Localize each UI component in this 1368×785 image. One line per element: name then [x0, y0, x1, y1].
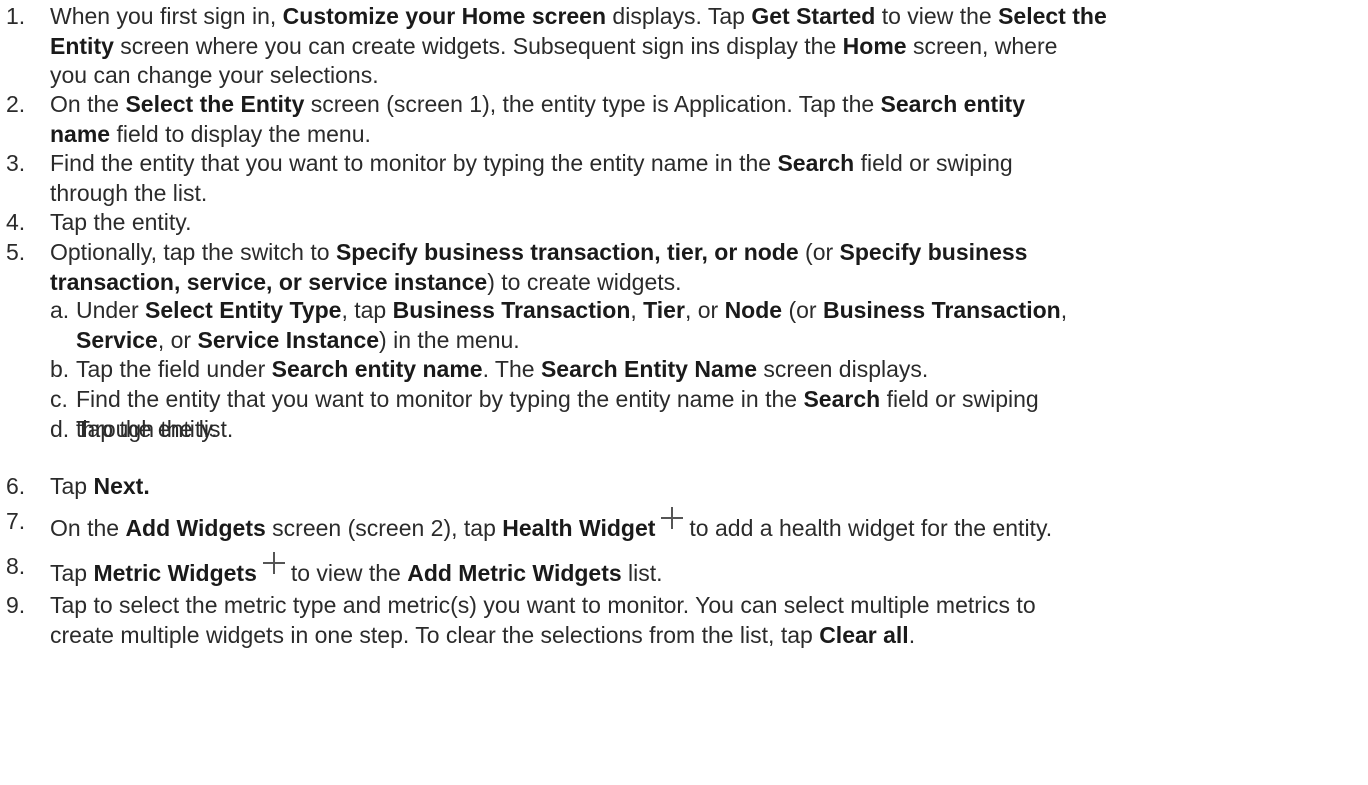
text-run: Tap the field under — [76, 356, 272, 382]
ui-term: Customize your Home screen — [282, 3, 607, 29]
step-text-line: Tap to select the metric type and metric… — [50, 591, 1036, 621]
text-run: (or — [782, 297, 823, 323]
text-run: displays. Tap — [606, 3, 752, 29]
text-run: When you first sign in, — [50, 3, 283, 29]
text-run: On the — [50, 515, 126, 541]
step-text-line: create multiple widgets in one step. To … — [50, 621, 915, 651]
ui-term: Search Entity Name — [540, 356, 757, 382]
ui-term: Add Widgets — [125, 515, 266, 541]
text-run: Tap the entity. — [76, 416, 218, 442]
ui-term: Search entity — [880, 91, 1025, 117]
text-run: (or — [798, 239, 840, 265]
ui-term: Clear all — [819, 621, 909, 648]
step-text-line: Under Select Entity Type, tap Business T… — [76, 296, 1067, 326]
ui-term: Health Widget — [502, 515, 656, 541]
step-text-line: Tap the entity. — [50, 208, 192, 238]
ui-term: Search — [777, 150, 855, 176]
text-run: list. — [621, 560, 663, 586]
text-run: . The — [482, 356, 541, 382]
ui-term: Specify business transaction, tier, or n… — [335, 239, 799, 265]
ui-term: Business Transaction — [822, 297, 1061, 323]
text-run: screen where you can create widgets. Sub… — [113, 32, 843, 59]
text-run: On the — [50, 91, 126, 117]
ui-term: Specify business — [839, 239, 1028, 265]
text-run: Tap — [50, 560, 94, 586]
step-number: 8. — [6, 553, 26, 579]
ui-term: Search — [803, 386, 881, 412]
text-run: ) in the menu. — [379, 326, 520, 353]
text-run: screen displays. — [756, 356, 929, 382]
text-run: you can change your selections. — [50, 62, 379, 88]
text-run: , tap — [341, 297, 393, 323]
ui-term: Service Instance — [197, 326, 380, 353]
text-run: Tap the entity. — [50, 209, 192, 235]
step-number: 4. — [6, 209, 26, 235]
ui-term: Select Entity Type — [145, 297, 342, 323]
ui-term: Home — [842, 32, 907, 59]
ui-term: name — [50, 120, 111, 147]
text-run: , — [1060, 297, 1068, 323]
text-run: Under — [76, 297, 146, 323]
text-run: , or — [684, 297, 725, 323]
text-run: field or swiping — [880, 386, 1039, 412]
text-run: to view the — [290, 560, 408, 586]
text-run: to add a health widget for the entity. — [689, 515, 1053, 541]
step-number: 1. — [6, 3, 26, 29]
step-number: 5. — [6, 239, 26, 265]
text-run: ) to create widgets. — [487, 268, 682, 295]
text-run: . — [908, 621, 916, 648]
text-run: screen, where — [906, 32, 1058, 59]
text-run: Optionally, tap the switch to — [50, 239, 336, 265]
step-text-line: Service, or Service Instance) in the men… — [76, 326, 520, 356]
step-number: 2. — [6, 91, 26, 117]
text-run: create multiple widgets in one step. To … — [50, 621, 820, 648]
ui-term: Node — [724, 297, 783, 323]
step-text-line: Tap Next. — [50, 472, 150, 502]
ui-term: Get Started — [751, 3, 876, 29]
step-text-line: On the Select the Entity screen (screen … — [50, 90, 1025, 120]
step-text-line: name field to display the menu. — [50, 120, 371, 150]
text-run: Tap to select the metric type and metric… — [50, 592, 1036, 618]
step-text-line: Entity screen where you can create widge… — [50, 32, 1057, 62]
step-text-line: transaction, service, or service instanc… — [50, 268, 682, 298]
step-text-line: When you first sign in, Customize your H… — [50, 2, 1107, 32]
text-run: , — [630, 297, 644, 323]
step-number: 7. — [6, 508, 26, 534]
text-run: screen (screen 2), tap — [265, 515, 503, 541]
step-number: 3. — [6, 150, 26, 176]
text-run: Find the entity that you want to monitor… — [50, 150, 778, 176]
text-run: screen (screen 1), the entity type is Ap… — [304, 91, 881, 117]
plus-icon — [262, 552, 285, 574]
step-text-line: Optionally, tap the switch to Specify bu… — [50, 238, 1027, 268]
ui-term: Add Metric Widgets — [407, 560, 622, 586]
text-run: Tap — [50, 473, 94, 499]
ui-term: Metric Widgets — [93, 560, 257, 586]
step-number: 9. — [6, 592, 26, 618]
step-text-line: On the Add Widgets screen (screen 2), ta… — [50, 507, 1052, 544]
step-text-line: Tap the entity. — [76, 415, 218, 445]
step-text-line: Find the entity that you want to monitor… — [76, 385, 1039, 415]
ui-term: transaction, service, or service instanc… — [50, 268, 488, 295]
ui-term: Search entity name — [271, 356, 483, 382]
ui-term: Service — [76, 326, 158, 353]
ui-term: Select the Entity — [125, 91, 305, 117]
ui-term: Next. — [93, 473, 150, 499]
step-text-line: you can change your selections. — [50, 61, 379, 91]
step-number: 6. — [6, 473, 26, 499]
text-run: through the list. — [50, 179, 208, 206]
step-text-line: Tap the field under Search entity name. … — [76, 355, 928, 385]
plus-icon — [661, 507, 684, 529]
text-run: field or swiping — [854, 150, 1013, 176]
step-text-line: through the list. — [50, 179, 207, 209]
ui-term: Tier — [643, 297, 685, 323]
text-run: Find the entity that you want to monitor… — [76, 386, 804, 412]
step-text-line: Tap Metric Widgets to view the Add Metric… — [50, 552, 663, 589]
text-run: , or — [157, 326, 198, 353]
text-run: to view the — [875, 3, 999, 29]
ui-term: Select the — [998, 3, 1107, 29]
text-run: field to display the menu. — [110, 120, 371, 147]
ui-term: Business Transaction — [392, 297, 631, 323]
ui-term: Entity — [50, 32, 114, 59]
step-text-line: Find the entity that you want to monitor… — [50, 149, 1013, 179]
